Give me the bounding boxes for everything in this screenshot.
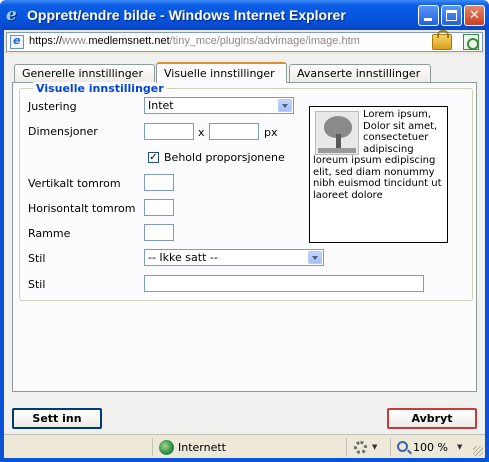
zoom-icon[interactable]	[397, 441, 408, 452]
chevron-down-icon	[278, 99, 292, 112]
minimize-icon	[424, 18, 432, 21]
fieldset-legend: Visuelle innstillinger	[33, 82, 167, 95]
dimensions-separator: x	[198, 126, 205, 139]
ie-icon: e	[6, 5, 17, 25]
dimensions-unit: px	[264, 126, 278, 139]
align-label: Justering	[28, 100, 77, 113]
vspace-input[interactable]	[144, 174, 174, 191]
page-icon	[10, 34, 24, 49]
address-field[interactable]: https://www.medlemsnett.net/tiny_mce/plu…	[6, 30, 483, 52]
close-icon: ✕	[469, 8, 480, 23]
url-host: medlemsnett.net	[88, 35, 170, 47]
height-input[interactable]	[209, 123, 259, 140]
constrain-label: Behold proporsjonene	[164, 151, 285, 164]
align-select[interactable]: Intet	[144, 97, 294, 114]
tab-visual[interactable]: Visuelle innstillinger	[156, 62, 287, 83]
tab-advanced[interactable]: Avanserte innstillinger	[289, 64, 431, 82]
vspace-label: Vertikalt tomrom	[28, 177, 121, 190]
border-label: Ramme	[28, 227, 71, 240]
align-select-value: Intet	[148, 99, 174, 112]
status-divider	[390, 438, 391, 456]
style-input[interactable]	[144, 275, 424, 292]
dialog-content: Generelle innstillinger Visuelle innstil…	[4, 54, 485, 434]
address-bar: https://www.medlemsnett.net/tiny_mce/plu…	[4, 30, 485, 54]
chevron-down-icon[interactable]: ▼	[372, 443, 377, 451]
cancel-button[interactable]: Avbryt	[387, 408, 477, 429]
close-button[interactable]: ✕	[464, 5, 485, 26]
lock-icon[interactable]	[432, 30, 452, 50]
maximize-button[interactable]	[441, 5, 462, 26]
url-scheme: https://	[29, 35, 63, 47]
status-divider	[346, 438, 347, 456]
status-divider	[152, 438, 153, 456]
zoom-level[interactable]: 100 %	[413, 441, 448, 454]
constrain-checkbox[interactable]: ✓	[148, 152, 159, 163]
tree-image-icon	[315, 111, 359, 155]
class-select[interactable]: -- Ikke satt --	[144, 249, 324, 266]
chevron-down-icon	[308, 251, 322, 264]
tab-general[interactable]: Generelle innstillinger	[14, 64, 155, 82]
status-bar: Internett ▼ 100 % ▼	[4, 434, 485, 458]
security-zone: Internett	[178, 441, 226, 454]
insert-button[interactable]: Sett inn	[12, 408, 102, 429]
class-label: Stil	[28, 252, 46, 265]
window-title: Opprett/endre bilde - Windows Internet E…	[27, 7, 346, 23]
minimize-button[interactable]	[418, 5, 439, 26]
maximize-icon	[446, 10, 457, 21]
certificate-icon[interactable]	[463, 34, 479, 50]
browser-window: e Opprett/endre bilde - Windows Internet…	[0, 0, 489, 462]
hspace-label: Horisontalt tomrom	[28, 202, 136, 215]
tree-trunk	[336, 134, 341, 148]
border-input[interactable]	[144, 224, 174, 241]
globe-icon	[159, 440, 174, 455]
hspace-input[interactable]	[144, 199, 174, 216]
visual-settings-fieldset: Visuelle innstillinger Justering Intet D…	[19, 82, 473, 301]
image-preview: Lorem ipsum, Dolor sit amet, consectetue…	[309, 106, 448, 243]
chevron-down-icon[interactable]: ▼	[457, 443, 462, 451]
address-url: https://www.medlemsnett.net/tiny_mce/plu…	[29, 35, 360, 47]
class-select-value: -- Ikke satt --	[148, 251, 218, 264]
url-path: /tiny_mce/plugins/advimage/image.htm	[169, 35, 360, 47]
tab-panel: Visuelle innstillinger Justering Intet D…	[12, 82, 477, 392]
title-bar[interactable]: e Opprett/endre bilde - Windows Internet…	[0, 0, 489, 30]
url-prefix: www.	[62, 35, 89, 47]
tree-ground	[318, 148, 356, 153]
protected-mode-icon[interactable]	[354, 441, 367, 454]
resize-grip-icon[interactable]	[473, 446, 483, 456]
style-label: Stil	[28, 278, 46, 291]
width-input[interactable]	[144, 123, 194, 140]
dimensions-label: Dimensjoner	[28, 125, 98, 138]
